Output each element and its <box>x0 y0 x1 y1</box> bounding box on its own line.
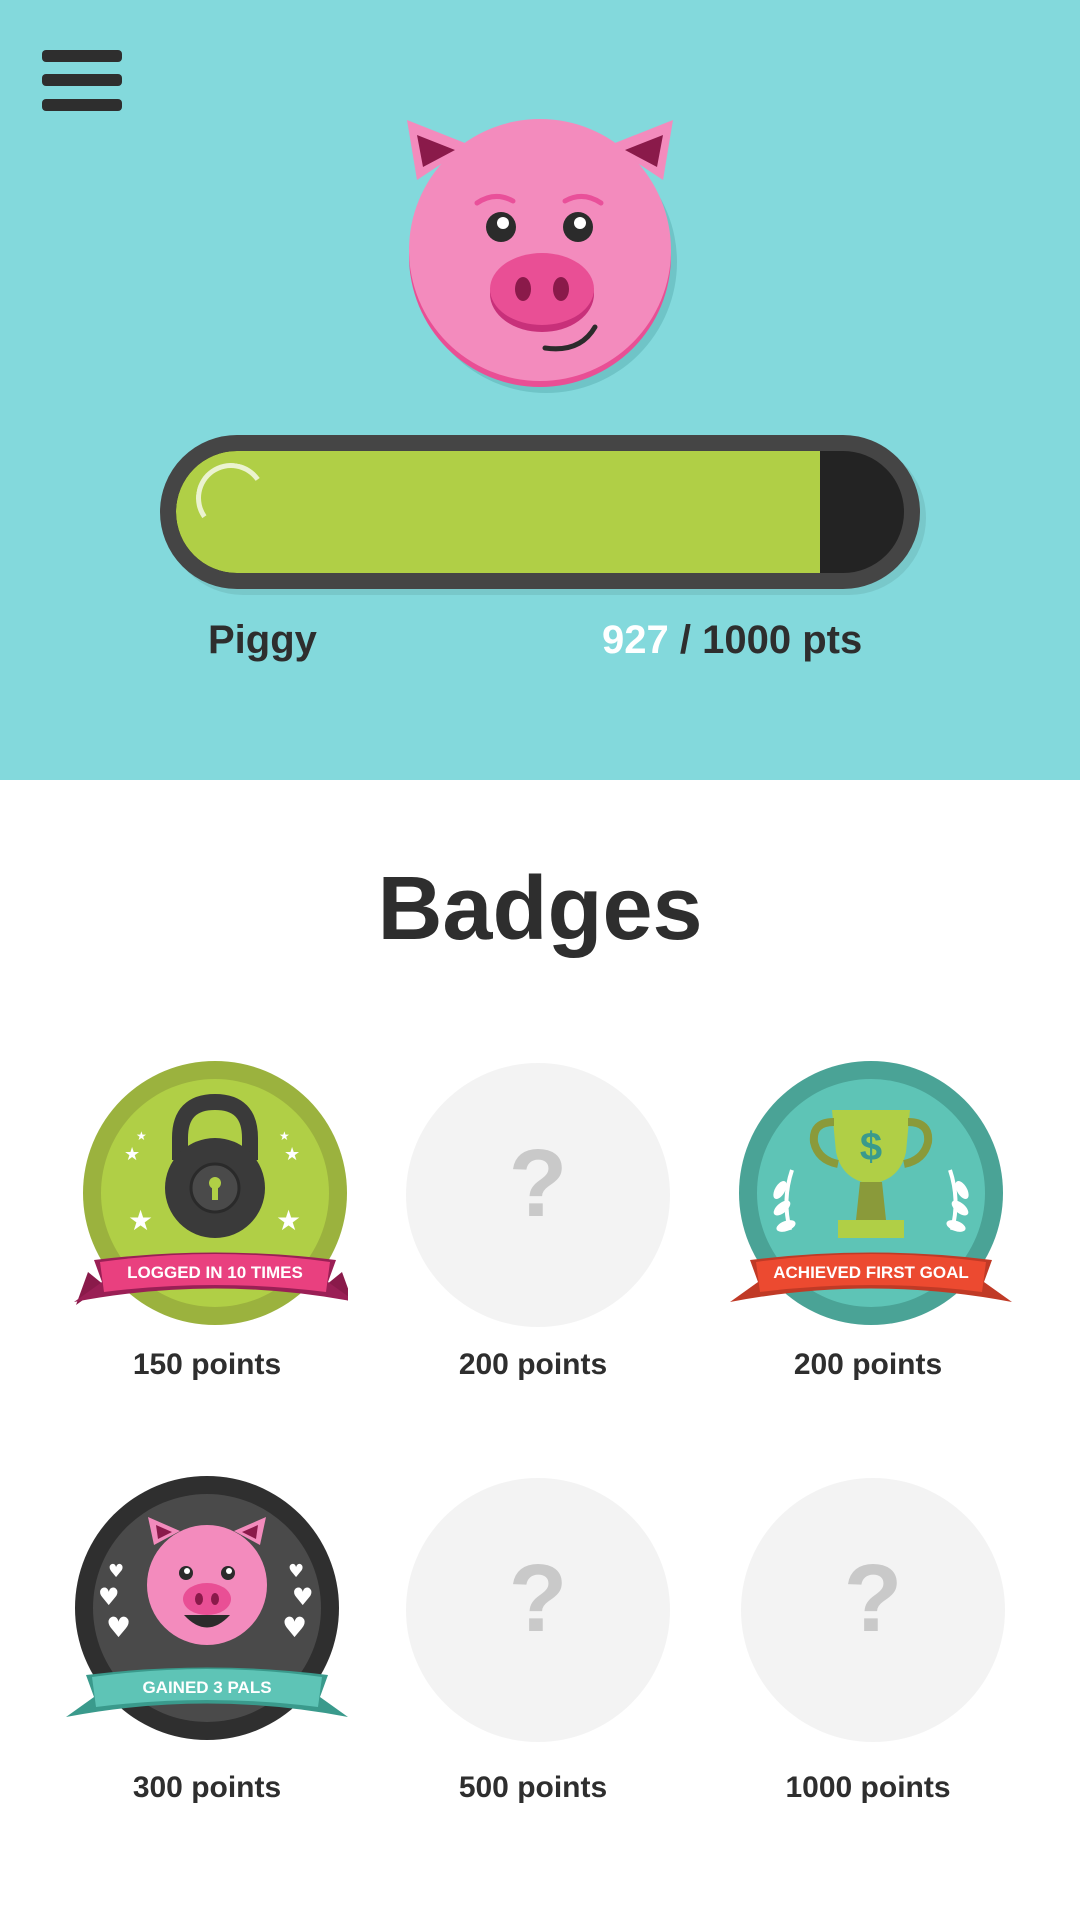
badge-ribbon-text: LOGGED IN 10 TIMES <box>127 1263 303 1282</box>
profile-header: Piggy 927 / 1000 pts <box>0 0 1080 780</box>
svg-text:♥: ♥ <box>98 1583 120 1611</box>
svg-text:★: ★ <box>128 1204 153 1237</box>
locked-badge-placeholder: ? <box>406 1478 670 1742</box>
svg-text:★: ★ <box>279 1129 290 1143</box>
question-mark-icon: ? <box>508 1545 568 1652</box>
points-summary: 927 / 1000 pts <box>602 618 862 663</box>
pig-avatar-icon <box>407 119 677 393</box>
badge-locked[interactable]: ? 500 points <box>383 1475 683 1815</box>
badge-gained-pals[interactable]: ♥ ♥ ♥ ♥ ♥ ♥ GAINED 3 PALS 300 points <box>57 1475 357 1815</box>
badge-points-label: 500 points <box>458 1771 608 1804</box>
svg-text:♥: ♥ <box>288 1561 304 1582</box>
pet-name: Piggy <box>208 618 317 662</box>
badge-locked[interactable]: ? 1000 points <box>718 1475 1018 1815</box>
badge-points-label: 200 points <box>793 1348 943 1381</box>
svg-text:♥: ♥ <box>108 1561 124 1582</box>
badge-points-label: 200 points <box>458 1348 608 1381</box>
menu-bar-bottom <box>42 99 122 111</box>
svg-text:★: ★ <box>124 1144 140 1165</box>
badge-ribbon-text: ACHIEVED FIRST GOAL <box>773 1263 969 1282</box>
badge-first-goal[interactable]: $ ACHIEVED FIRST GOAL 200 points <box>718 1060 1018 1400</box>
svg-text:♥: ♥ <box>292 1583 314 1611</box>
points-progress-bar <box>160 435 920 589</box>
svg-text:♥: ♥ <box>106 1611 131 1644</box>
svg-text:$: $ <box>860 1125 882 1169</box>
svg-text:★: ★ <box>136 1129 147 1143</box>
badge-points-label: 150 points <box>132 1348 282 1381</box>
menu-bar-top <box>42 50 122 62</box>
padlock-icon: ★ ★ ★ ★ ★ ★ LOGGED IN 10 TIMES <box>74 1061 348 1325</box>
hamburger-menu-icon[interactable] <box>42 48 122 116</box>
question-mark-icon: ? <box>508 1130 568 1237</box>
points-current: 927 <box>602 618 669 662</box>
svg-text:★: ★ <box>284 1144 300 1165</box>
svg-text:♥: ♥ <box>282 1611 307 1644</box>
locked-badge-placeholder: ? <box>741 1478 1005 1742</box>
points-total: / 1000 pts <box>668 618 863 662</box>
badge-ribbon-text: GAINED 3 PALS <box>142 1678 271 1697</box>
badge-locked[interactable]: ? 200 points <box>383 1060 683 1400</box>
svg-text:★: ★ <box>276 1204 301 1237</box>
pig-icon: ♥ ♥ ♥ ♥ ♥ ♥ GAINED 3 PALS <box>66 1476 348 1740</box>
badges-title: Badges <box>377 859 703 959</box>
trophy-icon: $ ACHIEVED FIRST GOAL <box>730 1061 1012 1325</box>
badge-points-label: 1000 points <box>785 1771 951 1804</box>
locked-badge-placeholder: ? <box>406 1063 670 1327</box>
question-mark-icon: ? <box>843 1545 903 1652</box>
progress-bar-fill <box>176 451 821 573</box>
menu-bar-middle <box>42 74 122 86</box>
badge-points-label: 300 points <box>132 1771 282 1804</box>
badge-logged-in[interactable]: ★ ★ ★ ★ ★ ★ LOGGED IN 10 TIMES 150 point… <box>57 1060 357 1400</box>
